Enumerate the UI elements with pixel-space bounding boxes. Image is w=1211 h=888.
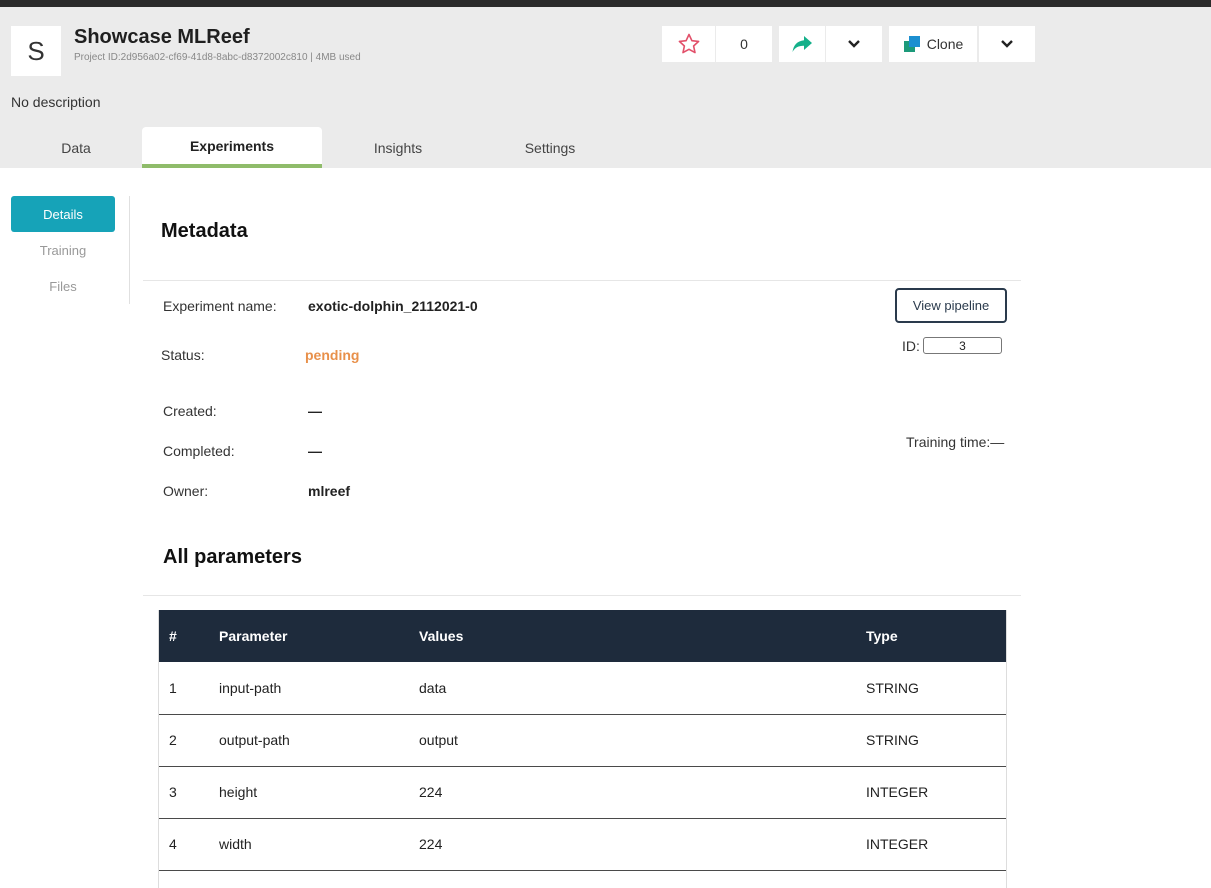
share-arrow-icon xyxy=(792,36,812,52)
star-count[interactable]: 0 xyxy=(716,26,772,62)
view-pipeline-button[interactable]: View pipeline xyxy=(895,288,1007,323)
row-number: 1 xyxy=(159,662,209,715)
sidenav-item-training[interactable]: Training xyxy=(11,232,115,268)
row-value: 224 xyxy=(409,818,856,871)
sidenav-item-files[interactable]: Files xyxy=(11,268,115,304)
metadata-title: Metadata xyxy=(161,220,248,242)
completed-label: Completed: xyxy=(163,443,235,459)
created-label: Created: xyxy=(163,403,217,419)
clone-icon xyxy=(903,36,920,52)
row-parameter: output-path xyxy=(209,714,409,767)
row-parameter: width xyxy=(209,818,409,871)
divider xyxy=(143,280,1021,281)
project-meta: Project ID:2d956a02-cf69-41d8-8abc-d8372… xyxy=(74,52,361,63)
parameters-title: All parameters xyxy=(163,546,302,568)
row-value: 224 xyxy=(409,766,856,819)
row-value: data xyxy=(409,662,856,715)
sidenav-item-details[interactable]: Details xyxy=(11,196,115,232)
row-type: STRING xyxy=(856,662,1006,715)
table-row: 2 output-path output STRING xyxy=(159,714,1006,767)
table-row xyxy=(159,870,1006,888)
row-number xyxy=(159,870,209,888)
training-time: Training time:— xyxy=(906,434,1005,450)
row-type: INTEGER xyxy=(856,818,1006,871)
column-header-values: Values xyxy=(409,610,856,662)
fork-button[interactable] xyxy=(779,26,825,62)
clone-dropdown[interactable] xyxy=(979,26,1035,62)
divider xyxy=(143,595,1021,596)
row-parameter: height xyxy=(209,766,409,819)
tab-data[interactable]: Data xyxy=(12,127,140,168)
top-bar xyxy=(0,0,1211,7)
owner-value: mlreef xyxy=(308,483,351,499)
tab-experiments[interactable]: Experiments xyxy=(142,127,322,168)
row-parameter xyxy=(209,870,409,888)
experiment-name-label: Experiment name: xyxy=(163,298,277,314)
fork-dropdown[interactable] xyxy=(826,26,882,62)
tab-settings[interactable]: Settings xyxy=(480,127,620,168)
tab-insights[interactable]: Insights xyxy=(330,127,466,168)
project-description: No description xyxy=(11,94,101,110)
row-number: 3 xyxy=(159,766,209,819)
column-header-type: Type xyxy=(856,610,1006,662)
row-type: INTEGER xyxy=(856,766,1006,819)
owner-label: Owner: xyxy=(163,483,209,499)
table-header-row: # Parameter Values Type xyxy=(159,610,1006,662)
star-button[interactable] xyxy=(662,26,715,62)
project-avatar: S xyxy=(11,26,61,76)
completed-value: — xyxy=(308,443,322,459)
row-value xyxy=(409,870,856,888)
experiment-sidenav: Details Training Files xyxy=(11,196,130,304)
project-title: Showcase MLReef xyxy=(74,26,250,48)
status-label: Status: xyxy=(161,347,205,363)
row-type xyxy=(856,870,1006,888)
table-row: 4 width 224 INTEGER xyxy=(159,818,1006,871)
clone-button[interactable]: Clone xyxy=(889,26,977,62)
star-icon xyxy=(678,33,699,54)
row-value: output xyxy=(409,714,856,767)
table-row: 1 input-path data STRING xyxy=(159,662,1006,715)
table-row: 3 height 224 INTEGER xyxy=(159,766,1006,819)
parameters-table: # Parameter Values Type 1 input-path dat… xyxy=(159,610,1006,888)
row-number: 2 xyxy=(159,714,209,767)
id-label: ID: xyxy=(902,338,920,354)
parameters-table-container: # Parameter Values Type 1 input-path dat… xyxy=(158,610,1007,888)
experiment-name-value: exotic-dolphin_2112021-0 xyxy=(308,298,478,314)
created-value: — xyxy=(308,403,322,419)
status-value: pending xyxy=(305,347,360,363)
column-header-parameter: Parameter xyxy=(209,610,409,662)
chevron-down-icon xyxy=(848,40,860,48)
row-type: STRING xyxy=(856,714,1006,767)
row-number: 4 xyxy=(159,818,209,871)
clone-label: Clone xyxy=(926,36,964,52)
chevron-down-icon xyxy=(1001,40,1013,48)
id-field[interactable] xyxy=(923,337,1002,354)
row-parameter: input-path xyxy=(209,662,409,715)
column-header-number: # xyxy=(159,610,209,662)
